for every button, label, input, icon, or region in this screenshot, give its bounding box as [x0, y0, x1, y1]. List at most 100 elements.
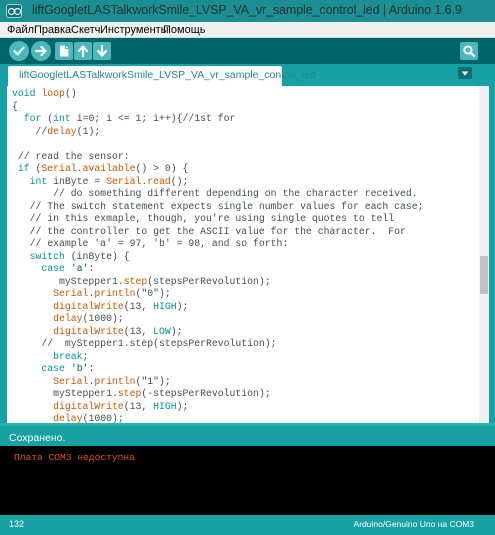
code-token: println — [94, 375, 136, 387]
code-text[interactable]: void loop(){ for (int i=0; i <= 1; i++){… — [12, 88, 474, 423]
menu-file[interactable]: Файл — [7, 24, 34, 36]
footer-bar: 132 Arduino/Genuino Uno на COM3 — [0, 515, 495, 535]
tab-sketch[interactable]: liftGoogletLASTalkworkSmile_LVSP_VA_vr_s… — [8, 66, 316, 86]
code-token: switch — [29, 250, 65, 262]
menu-tools[interactable]: Инструменты — [100, 24, 169, 36]
code-token: ); — [170, 325, 183, 337]
code-token: Serial — [53, 375, 89, 387]
code-token: () — [64, 88, 77, 99]
code-line: void loop() — [12, 88, 474, 101]
code-token: delay — [53, 413, 83, 423]
code-token: HIGH — [153, 300, 177, 312]
code-token: int — [53, 113, 71, 124]
code-token: 'b' — [70, 363, 89, 374]
code-line: digitalWrite(13, HIGH); — [12, 401, 474, 414]
code-token: : — [88, 363, 95, 374]
code-token: Serial — [106, 175, 142, 187]
console-error-message: Плата COM3 недоступна — [14, 452, 135, 463]
tab-menu-button[interactable] — [458, 67, 472, 79]
code-token: (13, — [123, 400, 154, 412]
code-line: case 'b': — [12, 363, 474, 376]
code-line: if (Serial.available() > 0) { — [12, 163, 474, 176]
code-token: HIGH — [153, 400, 177, 412]
verify-button[interactable] — [9, 41, 29, 61]
code-token: delay — [47, 125, 77, 137]
code-line: // example 'a' = 97, 'b' = 98, and so fo… — [12, 238, 474, 251]
code-token: available — [82, 163, 136, 174]
code-token: : — [88, 263, 95, 274]
code-token: case — [41, 263, 65, 274]
upload-button[interactable] — [31, 41, 51, 61]
code-token: ); — [176, 300, 189, 312]
code-line: break; — [12, 351, 474, 364]
code-token: int — [29, 175, 48, 187]
code-token: Serial — [41, 163, 77, 174]
code-token: // read the sensor: — [12, 150, 130, 162]
magnifier-icon — [463, 45, 476, 58]
code-token: Serial — [53, 288, 89, 299]
code-token: (1000); — [82, 313, 124, 324]
scrollbar-thumb[interactable] — [480, 256, 488, 294]
window-title: liftGoogletLASTalkworkSmile_LVSP_VA_vr_s… — [32, 3, 462, 17]
code-token: i=0; i <= 1; i++){//1st for — [70, 113, 236, 124]
save-button[interactable] — [93, 42, 111, 60]
code-token: inByte = — [47, 175, 107, 187]
code-editor[interactable]: void loop(){ for (int i=0; i <= 1; i++){… — [7, 86, 489, 423]
open-button[interactable] — [74, 42, 92, 60]
code-token: ( — [29, 163, 42, 174]
code-line: for (int i=0; i <= 1; i++){//1st for — [12, 113, 474, 126]
code-token: LOW — [153, 325, 171, 337]
code-token: myStepper1. — [12, 388, 118, 399]
code-line: Serial.println("0"); — [12, 288, 474, 301]
code-token: 'a' — [70, 263, 89, 274]
code-token: (stepsPerRevolution); — [147, 275, 271, 287]
code-token: // myStepper1.step(stepsPerRevolution); — [12, 338, 277, 349]
code-line: //delay(1); — [12, 126, 474, 139]
code-token: // in this exmaple, though, you're using… — [12, 213, 395, 224]
menu-help[interactable]: Помощь — [163, 24, 206, 36]
code-token: (); — [170, 175, 189, 187]
code-token: // the controller to get the ASCII value… — [12, 225, 406, 237]
menu-edit[interactable]: Правка — [34, 24, 71, 36]
tab-strip: liftGoogletLASTalkworkSmile_LVSP_VA_vr_s… — [0, 64, 495, 86]
title-bar: liftGoogletLASTalkworkSmile_LVSP_VA_vr_s… — [0, 0, 495, 22]
code-line: // do something different depending on t… — [12, 188, 474, 201]
editor-scrollbar[interactable] — [479, 86, 489, 423]
code-token: digitalWrite — [53, 400, 124, 412]
code-line: delay(1000); — [12, 313, 474, 326]
toolbar — [0, 38, 495, 64]
menu-sketch[interactable]: Скетч — [71, 24, 100, 36]
code-line: myStepper1.step(stepsPerRevolution); — [12, 276, 474, 289]
code-line: case 'a': — [12, 263, 474, 276]
code-token: // — [12, 125, 48, 137]
code-token: // example 'a' = 97, 'b' = 98, and so fo… — [12, 238, 289, 249]
code-token: // The switch statement expects single n… — [12, 200, 424, 212]
code-token: delay — [53, 313, 83, 324]
code-token: ); — [176, 400, 189, 412]
console-output[interactable]: Плата COM3 недоступна — [0, 446, 495, 515]
code-token: read — [147, 175, 171, 187]
code-line: delay(1000); — [12, 413, 474, 423]
code-line: digitalWrite(13, LOW); — [12, 326, 474, 339]
code-token: { — [12, 100, 18, 112]
code-line: // in this exmaple, though, you're using… — [12, 213, 474, 226]
line-number: 132 — [9, 519, 25, 529]
tab-label: liftGoogletLASTalkworkSmile_LVSP_VA_vr_s… — [19, 69, 316, 81]
code-token: (13, — [123, 300, 154, 312]
new-sketch-button[interactable] — [55, 42, 73, 60]
code-line: // myStepper1.step(stepsPerRevolution); — [12, 338, 474, 351]
code-token: step — [123, 275, 148, 287]
code-line: // The switch statement expects single n… — [12, 201, 474, 214]
code-line: int inByte = Serial.read(); — [12, 176, 474, 189]
serial-monitor-button[interactable] — [460, 42, 478, 60]
code-token: myStepper1. — [12, 275, 124, 287]
